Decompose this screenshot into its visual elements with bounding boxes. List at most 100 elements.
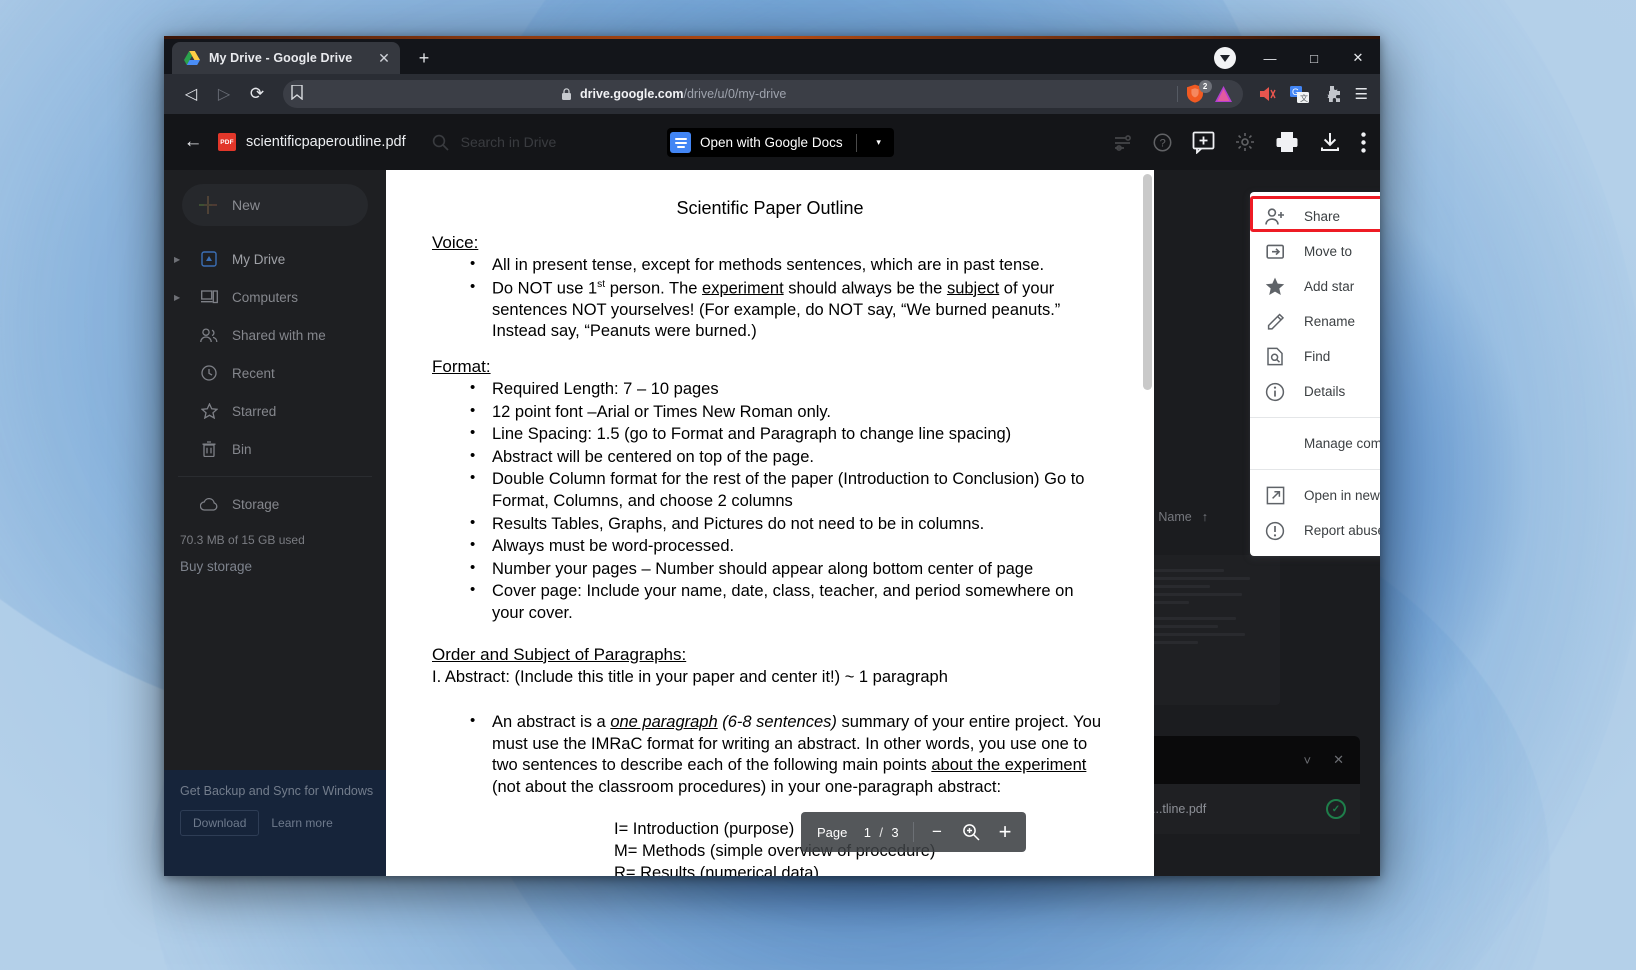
list-item: 12 point font –Arial or Times New Roman … [470, 401, 1108, 424]
menu-item-label: Find [1304, 349, 1331, 364]
tab-title: My Drive - Google Drive [209, 51, 353, 65]
list-item: Line Spacing: 1.5 (go to Format and Para… [470, 423, 1108, 446]
settings-icon[interactable] [1235, 132, 1255, 152]
print-icon[interactable] [1275, 131, 1299, 153]
shield-badge-count: 2 [1198, 80, 1212, 93]
browser-tab[interactable]: My Drive - Google Drive ✕ [172, 42, 400, 74]
toast-collapse-icon[interactable]: ˅ [1304, 753, 1312, 768]
menu-item-label: Open in new window [1304, 488, 1380, 503]
menu-item-manage-comment-notifications[interactable]: Manage comment notifications [1250, 426, 1380, 461]
sidebar-item-starred[interactable]: Starred [164, 392, 386, 430]
add-comment-icon[interactable] [1192, 131, 1215, 154]
document-section-voice: Voice: [432, 233, 479, 252]
search-input[interactable]: Search in Drive [461, 134, 557, 150]
open-with-google-docs-button[interactable]: Open with Google Docs ▾ [667, 128, 894, 157]
sidebar-item-computers[interactable]: ▶ Computers [164, 278, 386, 316]
download-toast-header: ˅ ✕ [1138, 736, 1360, 784]
maximize-button[interactable]: □ [1292, 42, 1336, 74]
drive-search[interactable]: Search in Drive [432, 134, 557, 151]
list-item: An abstract is a one paragraph (6-8 sent… [470, 711, 1108, 798]
current-page-input[interactable]: 1 [855, 825, 879, 840]
expand-triangle-icon[interactable]: ▶ [174, 293, 186, 302]
list-item: Abstract will be centered on top of the … [470, 446, 1108, 469]
sidebar-item-recent[interactable]: Recent [164, 354, 386, 392]
menu-divider [1250, 469, 1380, 470]
menu-item-move-to[interactable]: Move to [1250, 234, 1380, 269]
minimize-button[interactable]: — [1248, 42, 1292, 74]
back-icon[interactable]: ◁ [176, 79, 206, 109]
menu-item-find[interactable]: Find [1250, 339, 1380, 374]
desktop: My Drive - Google Drive ✕ + — □ ✕ ◁ ▷ ⟳ [0, 0, 1636, 970]
backup-learn-more-link[interactable]: Learn more [271, 816, 332, 830]
brave-rewards-icon[interactable] [1214, 47, 1236, 69]
report-abuse-icon [1264, 520, 1286, 542]
list-item: Do NOT use 1st person. The experiment sh… [470, 277, 1108, 343]
menu-item-open-in-new-window[interactable]: Open in new window [1250, 478, 1380, 513]
buy-storage-button[interactable]: Buy storage [180, 559, 386, 574]
download-icon[interactable] [1319, 131, 1341, 153]
open-in-new-icon [1264, 485, 1286, 507]
list-item: Always must be word-processed. [470, 535, 1108, 558]
brave-triangle-icon[interactable] [1214, 85, 1233, 103]
menu-item-share[interactable]: Share [1250, 199, 1380, 234]
chevron-down-icon[interactable]: ▾ [866, 129, 892, 156]
backup-banner-title: Get Backup and Sync for Windows [180, 784, 374, 798]
omnibox-divider [1176, 86, 1178, 102]
list-item: All in present tense, except for methods… [470, 254, 1108, 277]
download-toast-row: ...tline.pdf ✓ [1138, 784, 1360, 834]
pdf-scrollbar-thumb[interactable] [1143, 174, 1152, 390]
document-title: Scientific Paper Outline [676, 198, 864, 218]
search-icon[interactable] [432, 134, 449, 151]
media-mute-icon[interactable] [1258, 86, 1276, 102]
name-column-header[interactable]: Name ↑ [1158, 510, 1208, 524]
new-button[interactable]: New [182, 184, 368, 226]
pdf-page-1: Scientific Paper Outline Voice: All in p… [386, 170, 1154, 876]
zoom-in-button[interactable]: + [988, 815, 1022, 849]
forward-icon[interactable]: ▷ [209, 79, 239, 109]
toast-close-icon[interactable]: ✕ [1333, 752, 1344, 768]
more-options-icon[interactable] [1361, 131, 1366, 153]
tab-close-icon[interactable]: ✕ [376, 50, 392, 66]
sort-arrow-icon[interactable]: ↑ [1202, 510, 1208, 524]
menu-item-label: Move to [1304, 244, 1353, 259]
back-to-drive-button[interactable]: ← [178, 127, 208, 157]
extensions-puzzle-icon[interactable] [1323, 85, 1341, 103]
menu-item-report-abuse[interactable]: Report abuse [1250, 513, 1380, 548]
browser-toolbar: ◁ ▷ ⟳ drive.google.com/drive/u/0/my-driv… [164, 74, 1380, 114]
sidebar-label: My Drive [232, 251, 286, 267]
browser-menu-icon[interactable]: ☰ [1355, 87, 1368, 102]
close-window-button[interactable]: ✕ [1336, 42, 1380, 74]
new-tab-button[interactable]: + [410, 44, 438, 72]
sidebar-item-shared-with-me[interactable]: Shared with me [164, 316, 386, 354]
google-translate-icon[interactable]: G文 [1289, 85, 1309, 103]
menu-item-add-star[interactable]: Add star [1250, 269, 1380, 304]
pdf-scrollbar[interactable] [1140, 170, 1154, 876]
zoom-icon[interactable] [954, 815, 988, 849]
sidebar-item-bin[interactable]: Bin [164, 430, 386, 468]
bookmark-icon[interactable] [291, 84, 303, 103]
sidebar-item-my-drive[interactable]: ▶ My Drive [164, 240, 386, 278]
total-pages: 3 [891, 824, 899, 840]
menu-item-rename[interactable]: Rename [1250, 304, 1380, 339]
sidebar-nav-list: ▶ My Drive ▶ Computers Shared with me Re… [164, 240, 386, 574]
drive-sidebar: New ▶ My Drive ▶ Computers Shared with m… [164, 170, 386, 876]
url-path: /drive/u/0/my-drive [683, 87, 787, 101]
url-domain: drive.google.com [580, 87, 684, 101]
brave-shield-icon[interactable]: 2 [1186, 80, 1212, 104]
expand-triangle-icon[interactable]: ▶ [174, 255, 186, 264]
backup-download-button[interactable]: Download [180, 810, 260, 836]
zoom-out-button[interactable]: − [920, 815, 954, 849]
page-label: Page [817, 824, 848, 840]
trash-icon [198, 441, 220, 457]
new-button-label: New [232, 197, 261, 213]
address-bar[interactable]: drive.google.com/drive/u/0/my-drive 2 [283, 80, 1243, 108]
menu-item-label: Share [1304, 209, 1341, 224]
menu-item-details[interactable]: Details [1250, 374, 1380, 409]
clock-icon [198, 365, 220, 381]
reload-icon[interactable]: ⟳ [242, 79, 272, 109]
list-item: Number your pages – Number should appear… [470, 558, 1108, 581]
view-settings-icon[interactable] [1112, 132, 1133, 153]
help-icon[interactable]: ? [1153, 133, 1172, 152]
sidebar-item-storage[interactable]: Storage [164, 485, 386, 523]
imrac-line: R= Results (numerical data) [614, 863, 819, 876]
